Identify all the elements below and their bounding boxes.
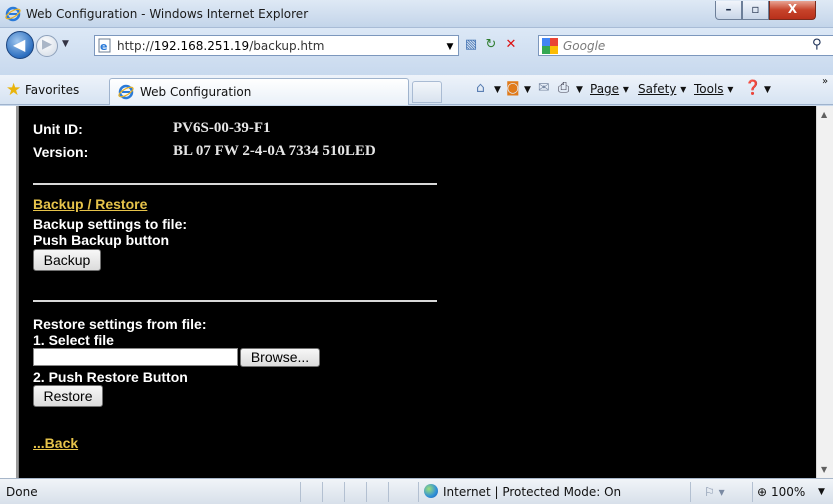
version-label: Version: (33, 144, 89, 160)
search-placeholder: Google (563, 39, 606, 53)
feeds-icon[interactable]: ◙ (506, 80, 520, 96)
backup-instruction-2: Push Backup button (33, 232, 170, 248)
menu-page[interactable]: Page ▾ (590, 82, 629, 96)
zoom-icon[interactable]: ⊕ (757, 485, 767, 499)
security-zone[interactable]: Internet | Protected Mode: On (443, 485, 621, 499)
help-icon[interactable]: ❓ (744, 80, 761, 96)
page-content: Unit ID: PV6S-00-39-F1 Version: BL 07 FW… (18, 106, 816, 478)
feeds-dropdown-icon[interactable]: ▼ (524, 85, 531, 95)
restore-instruction: Restore settings from file: (33, 316, 207, 332)
maximize-icon: ▫ (751, 2, 760, 16)
print-icon[interactable]: ⎙ (558, 80, 569, 96)
status-divider (690, 482, 691, 502)
restore-step-1: 1. Select file (33, 332, 114, 348)
forward-arrow-icon: ▶ (42, 37, 52, 52)
scroll-up-icon[interactable]: ▲ (821, 110, 827, 119)
favorites-star-icon[interactable]: ★ (6, 80, 21, 100)
tab-label: Web Configuration (140, 85, 252, 99)
new-tab-button[interactable] (412, 81, 442, 103)
file-path-input[interactable] (33, 348, 238, 366)
favorites-button[interactable]: Favorites (25, 83, 79, 97)
back-button[interactable]: ◀ (6, 31, 34, 59)
close-button[interactable]: X (769, 1, 816, 20)
mail-icon[interactable]: ✉ (538, 80, 550, 96)
refresh-icon[interactable]: ↻ (482, 36, 500, 54)
ie-logo-icon (5, 6, 21, 22)
status-text: Done (6, 485, 38, 499)
google-logo-icon (542, 38, 558, 54)
print-dropdown-icon[interactable]: ▼ (576, 85, 583, 95)
page-icon: e (98, 38, 111, 53)
minimize-icon: – (725, 2, 732, 16)
home-icon[interactable]: ⌂ (476, 80, 485, 96)
left-frame (0, 106, 18, 478)
address-dropdown-icon[interactable]: ▼ (441, 38, 459, 56)
search-icon[interactable]: ⚲ (812, 37, 822, 52)
favorites-bar: ★ Favorites Web Configuration ⌂ ▼ ◙ ▼ ✉ … (0, 75, 833, 105)
restore-button[interactable]: Restore (33, 385, 103, 407)
compatibility-view-icon[interactable]: ▧ (462, 36, 480, 54)
backup-button[interactable]: Backup (33, 249, 101, 271)
maximize-button[interactable]: ▫ (742, 1, 769, 20)
status-divider (418, 482, 419, 502)
close-icon: X (787, 2, 798, 16)
zoom-level[interactable]: 100% (771, 485, 805, 499)
status-divider (344, 482, 345, 502)
window-title: Web Configuration - Windows Internet Exp… (26, 7, 309, 21)
home-dropdown-icon[interactable]: ▼ (494, 85, 501, 95)
scroll-down-icon[interactable]: ▼ (821, 465, 827, 474)
status-divider (322, 482, 323, 502)
vertical-scrollbar[interactable]: ▲ ▼ (816, 106, 833, 478)
status-divider (300, 482, 301, 502)
backup-instruction: Backup settings to file: (33, 216, 188, 232)
backup-restore-link[interactable]: Backup / Restore (33, 196, 147, 212)
status-divider (388, 482, 389, 502)
window-title-bar: Web Configuration - Windows Internet Exp… (0, 0, 833, 28)
menu-tools[interactable]: Tools ▾ (694, 82, 733, 96)
search-input[interactable]: Google (538, 35, 833, 56)
zoom-dropdown-icon[interactable]: ▼ (818, 487, 825, 497)
forward-button[interactable]: ▶ (36, 35, 58, 57)
address-bar[interactable]: e http://192.168.251.19/backup.htm (94, 35, 459, 56)
unit-id-value: PV6S-00-39-F1 (173, 120, 271, 136)
status-divider (366, 482, 367, 502)
unit-id-label: Unit ID: (33, 121, 83, 137)
stop-icon[interactable]: ✕ (502, 36, 520, 54)
help-dropdown-icon[interactable]: ▼ (764, 85, 771, 95)
address-url: http://192.168.251.19/backup.htm (117, 39, 325, 53)
internet-globe-icon (424, 484, 438, 498)
navigation-bar: ◀ ▶ ▼ e http://192.168.251.19/backup.htm… (0, 28, 833, 75)
svg-text:e: e (100, 40, 107, 53)
back-arrow-icon: ◀ (13, 35, 26, 54)
back-link[interactable]: ...Back (33, 435, 78, 451)
tab-web-configuration[interactable]: Web Configuration (109, 78, 409, 105)
minimize-button[interactable]: – (715, 1, 742, 20)
version-value: BL 07 FW 2-4-0A 7334 510LED (173, 143, 376, 159)
status-divider (752, 482, 753, 502)
divider (33, 300, 437, 302)
recent-pages-dropdown-icon[interactable]: ▼ (62, 39, 69, 49)
status-bar: Done Internet | Protected Mode: On ⚐ ▾ ⊕… (0, 478, 833, 504)
divider (33, 183, 437, 185)
chevron-more-icon[interactable]: » (822, 76, 828, 87)
protected-mode-icon[interactable]: ⚐ ▾ (704, 485, 725, 499)
menu-safety[interactable]: Safety ▾ (638, 82, 686, 96)
tab-ie-icon (118, 84, 134, 100)
browse-button[interactable]: Browse... (240, 348, 320, 367)
restore-step-2: 2. Push Restore Button (33, 369, 188, 385)
